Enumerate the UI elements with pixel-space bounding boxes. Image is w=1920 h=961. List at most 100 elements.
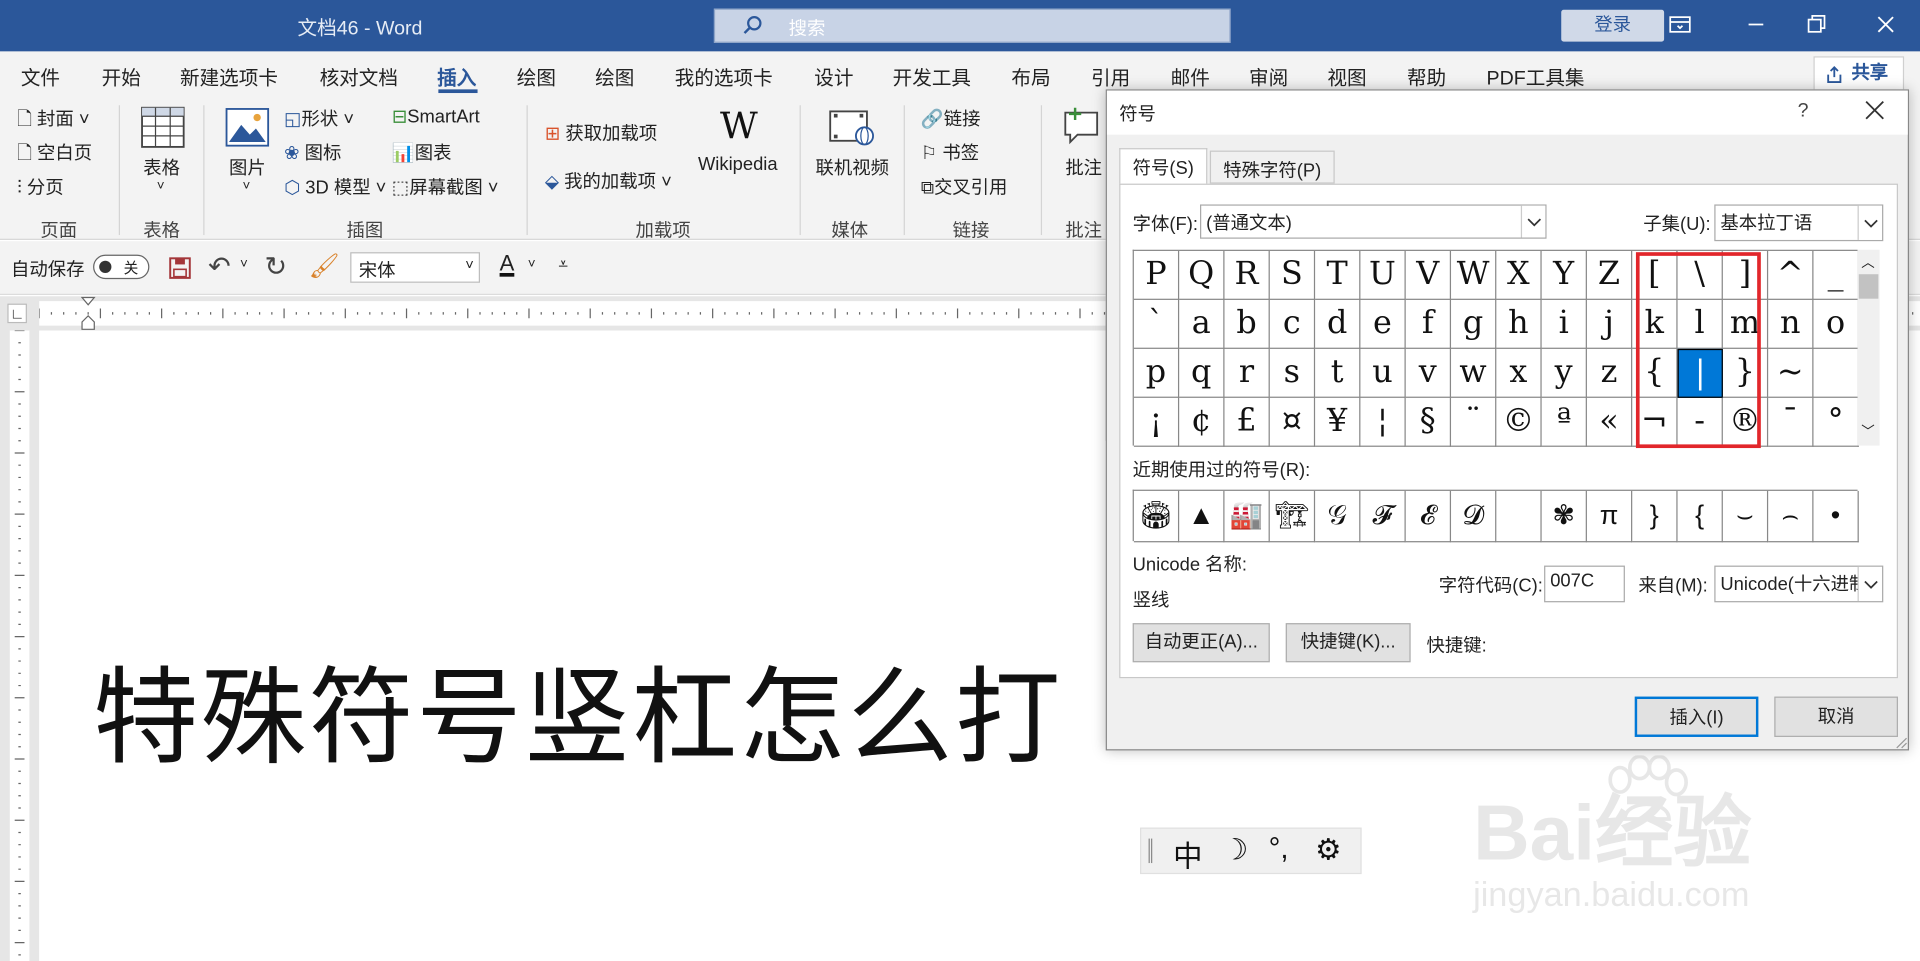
symbol-cell[interactable]: o	[1813, 299, 1859, 349]
recent-symbol-cell[interactable]: π	[1586, 490, 1633, 543]
cover-page-button[interactable]: 🗋 封面 ˅	[17, 105, 89, 137]
symbol-cell[interactable]: v	[1405, 348, 1452, 398]
font-color-button[interactable]: A	[500, 251, 515, 277]
shortcut-key-button[interactable]: 快捷键(K)...	[1285, 623, 1411, 663]
tab-references[interactable]: 引用	[1091, 61, 1130, 90]
recent-symbol-cell[interactable]: 𝓓	[1451, 490, 1497, 543]
recent-symbol-cell[interactable]: 𝓕	[1360, 490, 1406, 543]
recent-symbol-cell[interactable]: ⌣	[1722, 490, 1769, 543]
symbol-cell[interactable]: g	[1451, 299, 1497, 349]
symbol-cell[interactable]: Z	[1586, 250, 1633, 300]
recent-symbol-cell[interactable]: 🏭	[1224, 490, 1270, 543]
symbol-cell[interactable]: X	[1496, 250, 1542, 300]
symbol-cell[interactable]	[1813, 348, 1859, 398]
symbol-cell[interactable]: u	[1360, 348, 1406, 398]
tab-review[interactable]: 审阅	[1249, 61, 1288, 90]
chevron-down-icon[interactable]: ˅	[528, 257, 536, 272]
symbol-cell[interactable]: s	[1269, 348, 1316, 398]
restore-icon[interactable]	[1801, 10, 1830, 39]
tab-symbols[interactable]: 符号(S)	[1119, 148, 1208, 185]
symbol-cell[interactable]: ¢	[1179, 397, 1225, 447]
recent-symbol-cell[interactable]: ✾	[1541, 490, 1587, 543]
tab-mailings[interactable]: 邮件	[1171, 61, 1210, 90]
symbol-cell[interactable]: Y	[1541, 250, 1587, 300]
recent-symbol-cell[interactable]: 𝓔	[1405, 490, 1452, 543]
symbol-cell[interactable]: p	[1133, 348, 1180, 398]
symbol-cell[interactable]: ¥	[1315, 397, 1361, 447]
scroll-up-icon[interactable]: ︿	[1861, 252, 1874, 272]
recent-symbol-cell[interactable]: 🏗	[1269, 490, 1316, 543]
scroll-down-icon[interactable]: ﹀	[1861, 421, 1874, 441]
search-box[interactable]: 搜索	[713, 8, 1231, 43]
symbol-cell[interactable]: _	[1813, 250, 1859, 300]
format-painter-icon[interactable]: 🖌	[309, 251, 340, 282]
comment-button[interactable]: 批注	[1065, 154, 1102, 180]
page-break-button[interactable]: ⫶ 分页	[17, 174, 63, 200]
font-name-select[interactable]: 宋体 ˅	[350, 252, 481, 283]
symbol-cell[interactable]: q	[1179, 348, 1225, 398]
tab-developer[interactable]: 开发工具	[893, 61, 971, 90]
ribbon-display-icon[interactable]	[1665, 10, 1694, 39]
shapes-button[interactable]: ◱形状 ˅	[284, 105, 354, 131]
tab-review-doc[interactable]: 核对文档	[320, 61, 398, 90]
symbol-cell[interactable]: w	[1451, 348, 1497, 398]
tab-draw-1[interactable]: 绘图	[517, 61, 556, 90]
recent-symbol-cell[interactable]: ⌢	[1768, 490, 1814, 543]
login-button[interactable]: 登录	[1561, 9, 1665, 42]
char-code-input[interactable]: 007C	[1544, 565, 1625, 603]
online-video-button[interactable]: 联机视频	[816, 154, 889, 180]
recent-symbol-cell[interactable]: 𝒢	[1315, 490, 1361, 543]
tab-help[interactable]: 帮助	[1407, 61, 1446, 90]
bookmark-button[interactable]: ⚐ 书签	[921, 140, 979, 166]
chevron-down-icon[interactable]: ˅	[240, 257, 248, 272]
subset-select[interactable]: 基本拉丁语	[1714, 204, 1884, 242]
icons-button[interactable]: ❀ 图标	[284, 140, 341, 166]
symbol-cell[interactable]: R	[1224, 250, 1270, 300]
autosave-toggle[interactable]: 关	[93, 254, 150, 280]
symbol-cell[interactable]: c	[1269, 299, 1316, 349]
symbol-cell[interactable]: ¡	[1133, 397, 1180, 447]
recent-symbol-cell[interactable]	[1496, 490, 1542, 543]
wikipedia-button[interactable]: Wikipedia	[698, 154, 778, 175]
symbol-cell[interactable]: °	[1813, 397, 1859, 447]
tab-my[interactable]: 我的选项卡	[675, 61, 773, 90]
symbol-cell[interactable]: ¯	[1768, 397, 1814, 447]
symbol-cell[interactable]: W	[1451, 250, 1497, 300]
symbol-cell[interactable]: ~	[1768, 348, 1814, 398]
symbol-cell[interactable]: b	[1224, 299, 1270, 349]
blank-page-button[interactable]: 🗋 空白页	[17, 140, 92, 172]
insert-button[interactable]: 插入(I)	[1634, 696, 1759, 737]
link-button[interactable]: 🔗链接	[921, 105, 981, 131]
symbol-cell[interactable]: r	[1224, 348, 1270, 398]
tab-draw-2[interactable]: 绘图	[595, 61, 634, 90]
help-icon[interactable]: ?	[1798, 100, 1809, 122]
punctuation-icon[interactable]: °,	[1269, 832, 1289, 866]
symbol-cell[interactable]: ¦	[1360, 397, 1406, 447]
tab-layout[interactable]: 布局	[1011, 61, 1050, 90]
symbol-cell[interactable]: n	[1768, 299, 1814, 349]
recent-symbol-cell[interactable]: •	[1813, 490, 1859, 543]
resize-grip-icon[interactable]	[1893, 735, 1908, 750]
symbol-cell[interactable]: f	[1405, 299, 1452, 349]
symbol-cell[interactable]: h	[1496, 299, 1542, 349]
symbol-cell[interactable]: ª	[1541, 397, 1587, 447]
tab-insert[interactable]: 插入	[437, 61, 476, 90]
indent-marker-icon[interactable]	[80, 296, 96, 330]
symbol-cell[interactable]: ©	[1496, 397, 1542, 447]
symbol-cell[interactable]: t	[1315, 348, 1361, 398]
symbol-cell[interactable]: §	[1405, 397, 1452, 447]
symbol-cell[interactable]: x	[1496, 348, 1542, 398]
symbol-cell[interactable]: S	[1269, 250, 1316, 300]
symbol-cell[interactable]: P	[1133, 250, 1180, 300]
symbol-cell[interactable]: Q	[1179, 250, 1225, 300]
tab-new[interactable]: 新建选项卡	[180, 61, 278, 90]
recent-symbol-cell[interactable]: }	[1632, 490, 1678, 543]
symbol-cell[interactable]: U	[1360, 250, 1406, 300]
dialog-close-icon[interactable]	[1864, 99, 1886, 121]
cross-reference-button[interactable]: ⧉交叉引用	[921, 174, 1008, 200]
recent-symbol-cell[interactable]: 🏟	[1133, 490, 1180, 543]
minimize-icon[interactable]	[1741, 10, 1770, 39]
share-button[interactable]: 共享	[1813, 56, 1905, 91]
symbol-grid-scrollbar[interactable]: ︿ ﹀	[1857, 249, 1880, 446]
document-text[interactable]: 特殊符号竖杠怎么打	[93, 632, 1063, 785]
